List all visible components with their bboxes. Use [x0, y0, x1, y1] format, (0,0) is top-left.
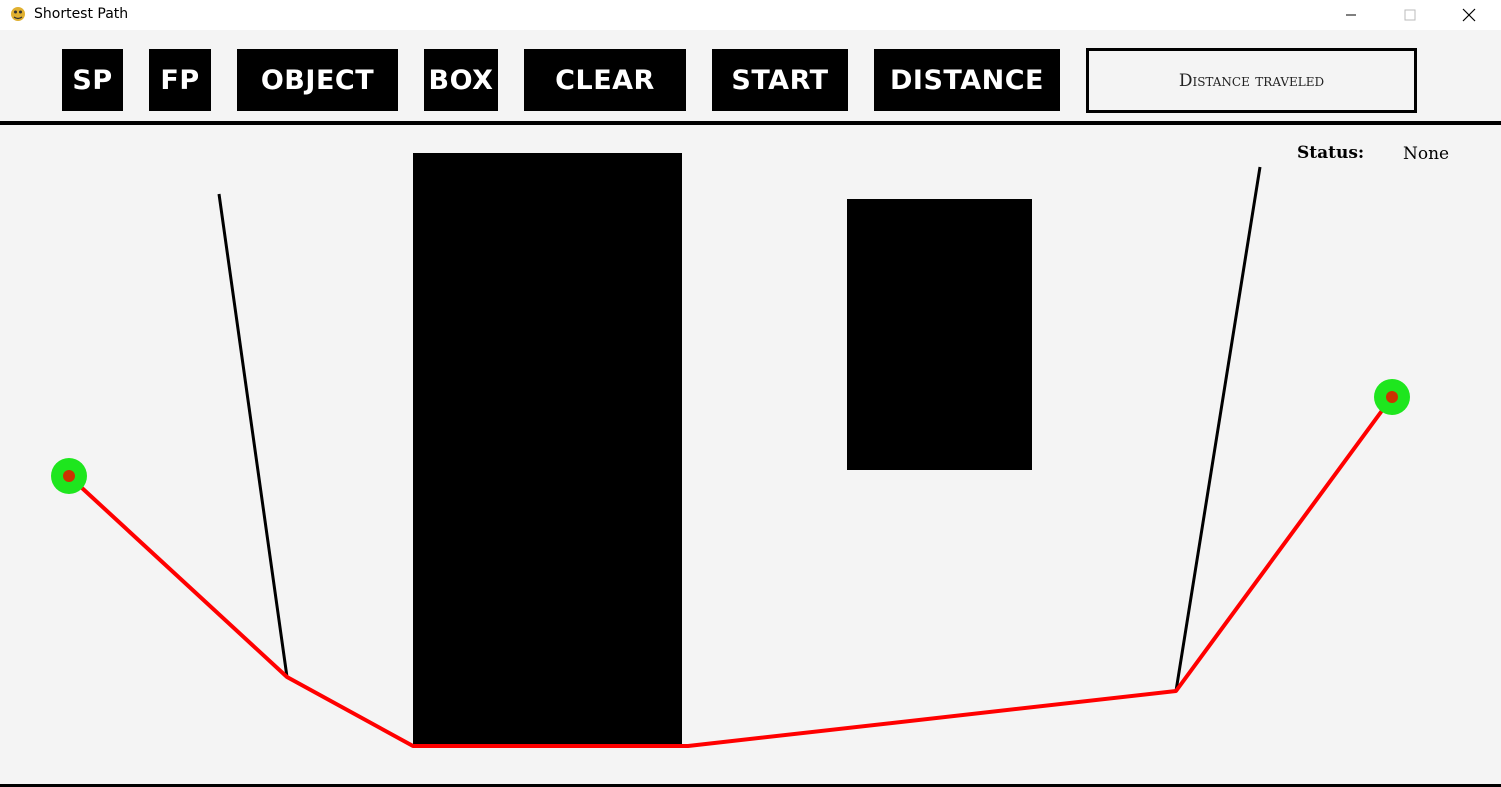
drawing-canvas[interactable]: Status: None	[0, 125, 1501, 787]
title-bar: Shortest Path	[0, 0, 1501, 30]
minimize-button[interactable]	[1322, 0, 1380, 30]
obstacle-tall-box[interactable]	[413, 153, 682, 746]
status-label: Status:	[1297, 143, 1365, 163]
object-line-left[interactable]	[217, 193, 289, 678]
end-point[interactable]	[1374, 379, 1410, 415]
app-window: Shortest Path SP FP OBJECT BOX CLEAR STA…	[0, 0, 1501, 787]
maximize-icon	[1404, 9, 1416, 21]
clear-button[interactable]: CLEAR	[524, 49, 686, 111]
start-button[interactable]: START	[712, 49, 848, 111]
start-point[interactable]	[51, 458, 87, 494]
sp-button[interactable]: SP	[62, 49, 123, 111]
pygame-snake-icon	[11, 7, 25, 21]
window-title: Shortest Path	[34, 6, 129, 22]
distance-button[interactable]: DISTANCE	[874, 49, 1060, 111]
object-line-right[interactable]	[1174, 166, 1262, 692]
distance-traveled-display: Distance traveled	[1086, 48, 1417, 113]
minimize-icon	[1346, 14, 1356, 16]
fp-button[interactable]: FP	[149, 49, 211, 111]
toolbar: SP FP OBJECT BOX CLEAR START DISTANCE Di…	[0, 30, 1501, 125]
box-button[interactable]: BOX	[424, 49, 498, 111]
status-value: None	[1403, 144, 1450, 164]
obstacle-small-box[interactable]	[847, 199, 1032, 470]
close-button[interactable]	[1440, 0, 1498, 30]
close-icon	[1462, 8, 1476, 22]
scene-svg[interactable]	[0, 125, 1501, 787]
maximize-button[interactable]	[1381, 0, 1439, 30]
shortest-path-line	[67, 395, 1394, 748]
object-button[interactable]: OBJECT	[237, 49, 398, 111]
